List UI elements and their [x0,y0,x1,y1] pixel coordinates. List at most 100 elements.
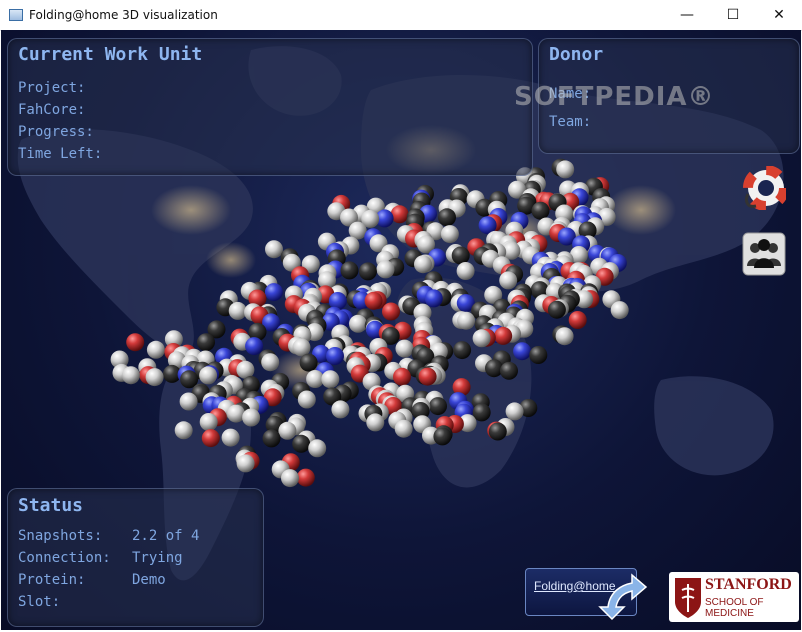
atom-oxygen [201,429,220,448]
atom-hydrogen [227,404,245,423]
atom-hydrogen [556,160,575,179]
atom-hydrogen [242,408,261,427]
atom-hydrogen [199,413,218,431]
atom-oxygen [364,291,383,310]
atom-nitrogen [245,337,264,356]
atom-hydrogen [281,469,299,488]
atom-hydrogen [555,327,574,346]
app-icon [9,9,23,21]
atom-carbon [429,397,447,416]
minimize-button[interactable]: — [664,0,710,30]
atom-hydrogen [265,240,283,259]
snapshots-value: 2.2 of 4 [132,528,200,544]
fah-arrow-icon [598,573,648,621]
connection-value: Trying [132,550,183,566]
atom-hydrogen [456,262,475,280]
atom-carbon [292,434,311,453]
atom-oxygen [126,333,145,352]
atom-hydrogen [394,419,413,438]
atom-carbon [340,261,359,280]
help-button[interactable] [742,165,789,211]
atom-hydrogen [236,454,255,473]
atom-hydrogen [308,439,327,458]
window-title: Folding@home 3D visualization [29,8,218,22]
atom-carbon [438,208,456,227]
atom-carbon [197,333,215,352]
atom-nitrogen [513,342,532,361]
atom-hydrogen [179,392,198,411]
atom-hydrogen [145,368,164,387]
protein-label: Protein: [18,572,86,588]
atom-nitrogen [424,289,443,308]
project-label: Project: [18,80,86,96]
atom-carbon [485,359,503,378]
atom-carbon [299,353,318,372]
stanford-subtitle: SCHOOL OF MEDICINE [705,597,764,619]
protein-value: Demo [132,572,166,588]
maximize-button[interactable]: ☐ [710,0,756,30]
atom-hydrogen [610,301,629,320]
connection-label: Connection: [18,550,111,566]
atom-carbon [451,246,470,265]
time-left-label: Time Left: [18,146,103,162]
atom-oxygen [418,367,437,386]
atom-carbon [358,262,377,281]
atom-oxygen [390,205,409,224]
atom-oxygen [494,326,513,345]
atom-hydrogen [395,339,414,358]
atom-carbon [529,346,548,364]
folding-at-home-logo[interactable]: Folding@home [525,568,648,621]
atom-carbon [531,201,550,220]
atom-hydrogen [366,413,385,432]
users-button[interactable] [742,232,786,276]
atom-oxygen [568,311,587,329]
atom-hydrogen [505,402,524,421]
atom-carbon [547,300,566,319]
atom-hydrogen [321,370,340,389]
atom-oxygen [393,367,411,386]
atom-hydrogen [349,314,367,333]
work-unit-title: Current Work Unit [18,44,203,65]
atom-hydrogen [457,311,476,330]
status-panel: Status Snapshots: 2.2 of 4 Connection: T… [7,488,264,627]
atom-hydrogen [331,400,350,419]
stanford-seal-icon [675,578,701,618]
lifebuoy-icon [743,165,789,211]
snapshots-label: Snapshots: [18,528,103,544]
atom-carbon [500,361,518,380]
atom-nitrogen [326,347,344,365]
atom-hydrogen [174,421,193,440]
donor-title: Donor [549,44,604,65]
atom-hydrogen [121,366,140,385]
atom-hydrogen [499,271,518,290]
stanford-name: STANFORD [705,576,792,593]
fahcore-label: FahCore: [18,102,86,118]
atom-hydrogen [199,366,218,385]
atom-hydrogen [472,329,491,348]
slot-label: Slot: [18,594,61,610]
atom-hydrogen [221,428,240,447]
atom-carbon [262,429,281,448]
atom-hydrogen [440,225,459,244]
title-bar[interactable]: Folding@home 3D visualization — ☐ ✕ [0,0,802,31]
atom-carbon [453,341,472,360]
atom-carbon [488,422,507,441]
atom-hydrogen [228,301,247,320]
atom-hydrogen [278,421,297,440]
visualization-viewport[interactable]: Current Work Unit Project: FahCore: Prog… [1,30,801,630]
atom-nitrogen [264,283,283,302]
atom-hydrogen [297,390,316,409]
atom-carbon [433,427,452,446]
status-title: Status [18,495,84,516]
close-button[interactable]: ✕ [756,0,802,30]
users-group-icon [742,232,786,276]
atom-hydrogen [146,340,165,359]
atom-oxygen [296,468,315,487]
atom-oxygen [382,302,400,321]
donor-team-label: Team: [549,114,592,130]
progress-label: Progress: [18,124,94,140]
work-unit-panel: Current Work Unit Project: FahCore: Prog… [7,38,533,176]
atom-hydrogen [261,353,280,372]
stanford-logo[interactable]: STANFORD SCHOOL OF MEDICINE [669,572,799,622]
atom-hydrogen [376,260,395,279]
